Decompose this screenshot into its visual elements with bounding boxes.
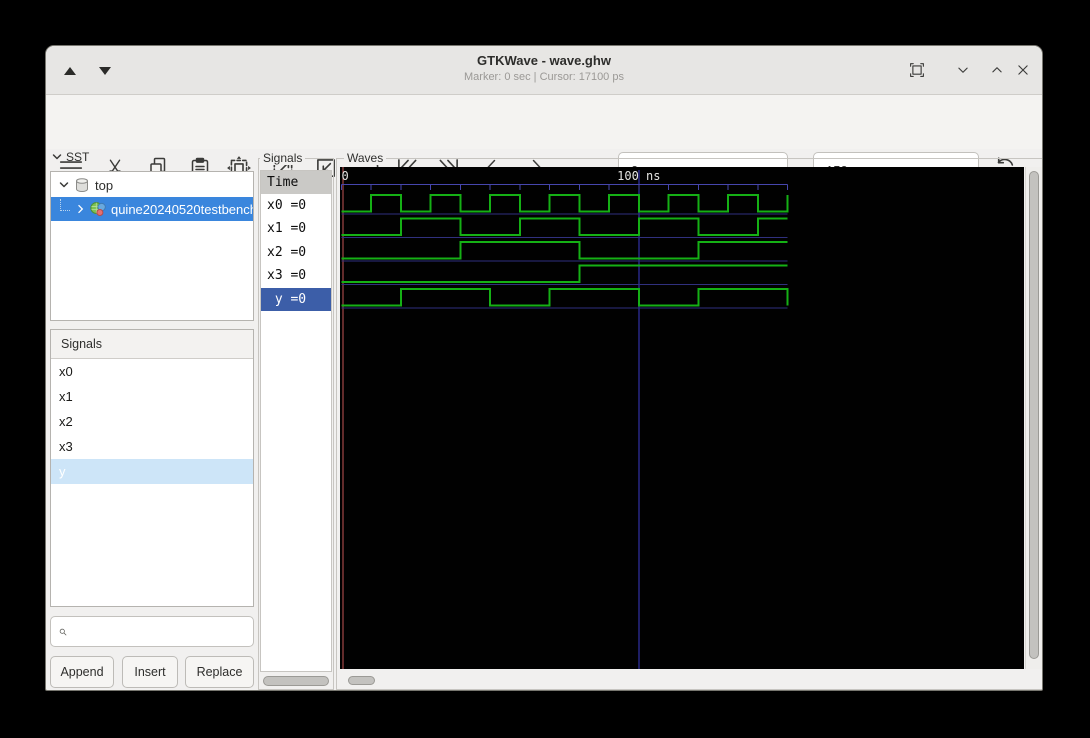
close-icon	[1018, 65, 1028, 75]
time-header[interactable]: Time	[261, 171, 331, 194]
tree-item-top[interactable]: top	[51, 173, 253, 197]
search-icon	[59, 628, 67, 635]
titlebar: GTKWave - wave.ghw Marker: 0 sec | Curso…	[46, 46, 1042, 95]
list-item-x0[interactable]: x0	[51, 359, 253, 384]
search-input[interactable]	[73, 623, 253, 640]
sst-label: SST	[66, 150, 90, 164]
tree-item-testbench[interactable]: quine20240520testbench	[51, 197, 253, 221]
sst-expander[interactable]: SST	[52, 150, 89, 164]
signal-search-box	[50, 616, 254, 647]
waves-hscrollbar-thumb[interactable]	[348, 676, 375, 685]
chevron-down-icon	[52, 154, 62, 160]
database-cylinder-icon	[76, 178, 88, 192]
close-button[interactable]	[1014, 61, 1032, 79]
list-item-x2[interactable]: x2	[51, 409, 253, 434]
signal-search-list: Signals x0 x1 x2 x3 y	[50, 329, 254, 607]
signals-frame-label: Signals	[260, 151, 306, 165]
waves-vscrollbar-thumb[interactable]	[1029, 171, 1039, 659]
wave-plot: 0 100 ns	[341, 167, 789, 669]
restore-button[interactable]	[988, 61, 1006, 79]
list-item-x1[interactable]: x1	[51, 384, 253, 409]
chevron-down-icon	[958, 67, 968, 73]
window-title: GTKWave - wave.ghw	[477, 53, 611, 68]
expander-closed-icon	[78, 204, 83, 214]
svg-text:0: 0	[342, 169, 349, 183]
value-row-y[interactable]: y =0	[261, 287, 331, 311]
append-button[interactable]: Append	[50, 656, 114, 688]
maximize-icon	[910, 63, 924, 77]
signal-values-list: Time x0 =0 x1 =0 x2 =0 x3 =0 y =0	[260, 170, 332, 672]
desktop: GTKWave - wave.ghw Marker: 0 sec | Curso…	[0, 0, 1090, 738]
list-item-y[interactable]: y	[51, 459, 253, 484]
svg-text:100 ns: 100 ns	[617, 169, 660, 183]
signal-list-header: Signals	[51, 330, 253, 359]
list-item-x3[interactable]: x3	[51, 434, 253, 459]
expander-open-icon	[59, 182, 69, 188]
wave-canvas[interactable]: 0 100 ns	[340, 167, 1024, 669]
tree-item-label: quine20240520testbench	[110, 201, 253, 217]
tree-guide-line	[60, 199, 70, 211]
sst-tree: top quine20240520testbench	[50, 171, 254, 321]
value-row-x3[interactable]: x3 =0	[261, 264, 331, 287]
tree-item-label: top	[95, 177, 114, 193]
chevron-up-icon	[992, 67, 1002, 73]
waves-frame-label: Waves	[344, 151, 387, 165]
minimize-button[interactable]	[954, 61, 972, 79]
marker-cursor-status: Marker: 0 sec | Cursor: 17100 ps	[464, 71, 624, 83]
insert-button[interactable]: Insert	[122, 656, 178, 688]
gtkwave-window: GTKWave - wave.ghw Marker: 0 sec | Curso…	[45, 45, 1043, 691]
value-row-x2[interactable]: x2 =0	[261, 241, 331, 264]
signals-hscrollbar-thumb[interactable]	[263, 676, 329, 686]
value-row-x1[interactable]: x1 =0	[261, 217, 331, 240]
replace-button[interactable]: Replace	[185, 656, 254, 688]
module-icon	[90, 202, 107, 216]
waves-vscrollbar[interactable]	[1025, 167, 1042, 669]
maximize-button[interactable]	[908, 61, 926, 79]
toolbar: From: To:	[46, 95, 1042, 189]
value-row-x0[interactable]: x0 =0	[261, 194, 331, 217]
